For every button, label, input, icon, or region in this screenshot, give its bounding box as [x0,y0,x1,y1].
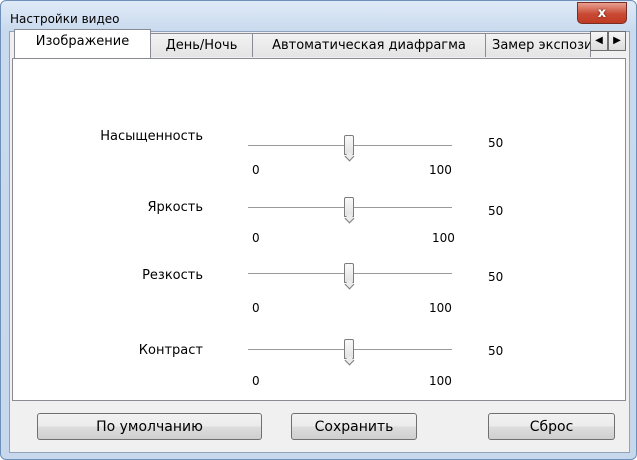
brightness-min-label: 0 [252,231,260,245]
tab-scroll-buttons: ◀ ▶ [590,31,626,53]
contrast-value: 50 [488,344,504,358]
brightness-max-label: 100 [432,231,455,245]
tab-exposure-metering[interactable]: Замер экспозиции [485,33,591,57]
reset-button[interactable]: Сброс [488,413,615,440]
window-title: Настройки видео [10,12,120,26]
tab-day-night[interactable]: День/Ночь [150,33,253,57]
saturation-label: Насыщенность [100,129,203,144]
tab-scroll-left-icon[interactable]: ◀ [590,31,608,51]
sharpness-slider-thumb[interactable] [344,263,354,283]
contrast-min-label: 0 [252,374,260,388]
sharpness-label: Резкость [142,268,203,283]
contrast-slider-thumb[interactable] [344,339,354,359]
button-bar: По умолчанию Сохранить Сброс [12,401,626,441]
contrast-max-label: 100 [429,374,452,388]
brightness-slider-thumb[interactable] [344,197,354,217]
brightness-value: 50 [488,204,504,218]
default-button[interactable]: По умолчанию [37,413,262,440]
tab-auto-iris[interactable]: Автоматическая диафрагма [252,33,486,57]
saturation-slider-thumb[interactable] [344,135,354,155]
sharpness-value: 50 [488,270,504,284]
saturation-max-label: 100 [429,163,452,177]
saturation-min-label: 0 [252,163,260,177]
brightness-label: Яркость [147,200,203,215]
close-icon: x [597,5,607,21]
tab-scroll-right-icon[interactable]: ▶ [608,31,626,51]
tab-image[interactable]: Изображение [14,29,151,58]
save-button[interactable]: Сохранить [291,413,417,440]
settings-window: Настройки видео x Изображение День/Ночь … [0,0,637,460]
close-button[interactable]: x [577,2,627,24]
contrast-label: Контраст [138,343,203,358]
sharpness-min-label: 0 [252,301,260,315]
saturation-value: 50 [488,136,504,150]
sharpness-max-label: 100 [429,301,452,315]
